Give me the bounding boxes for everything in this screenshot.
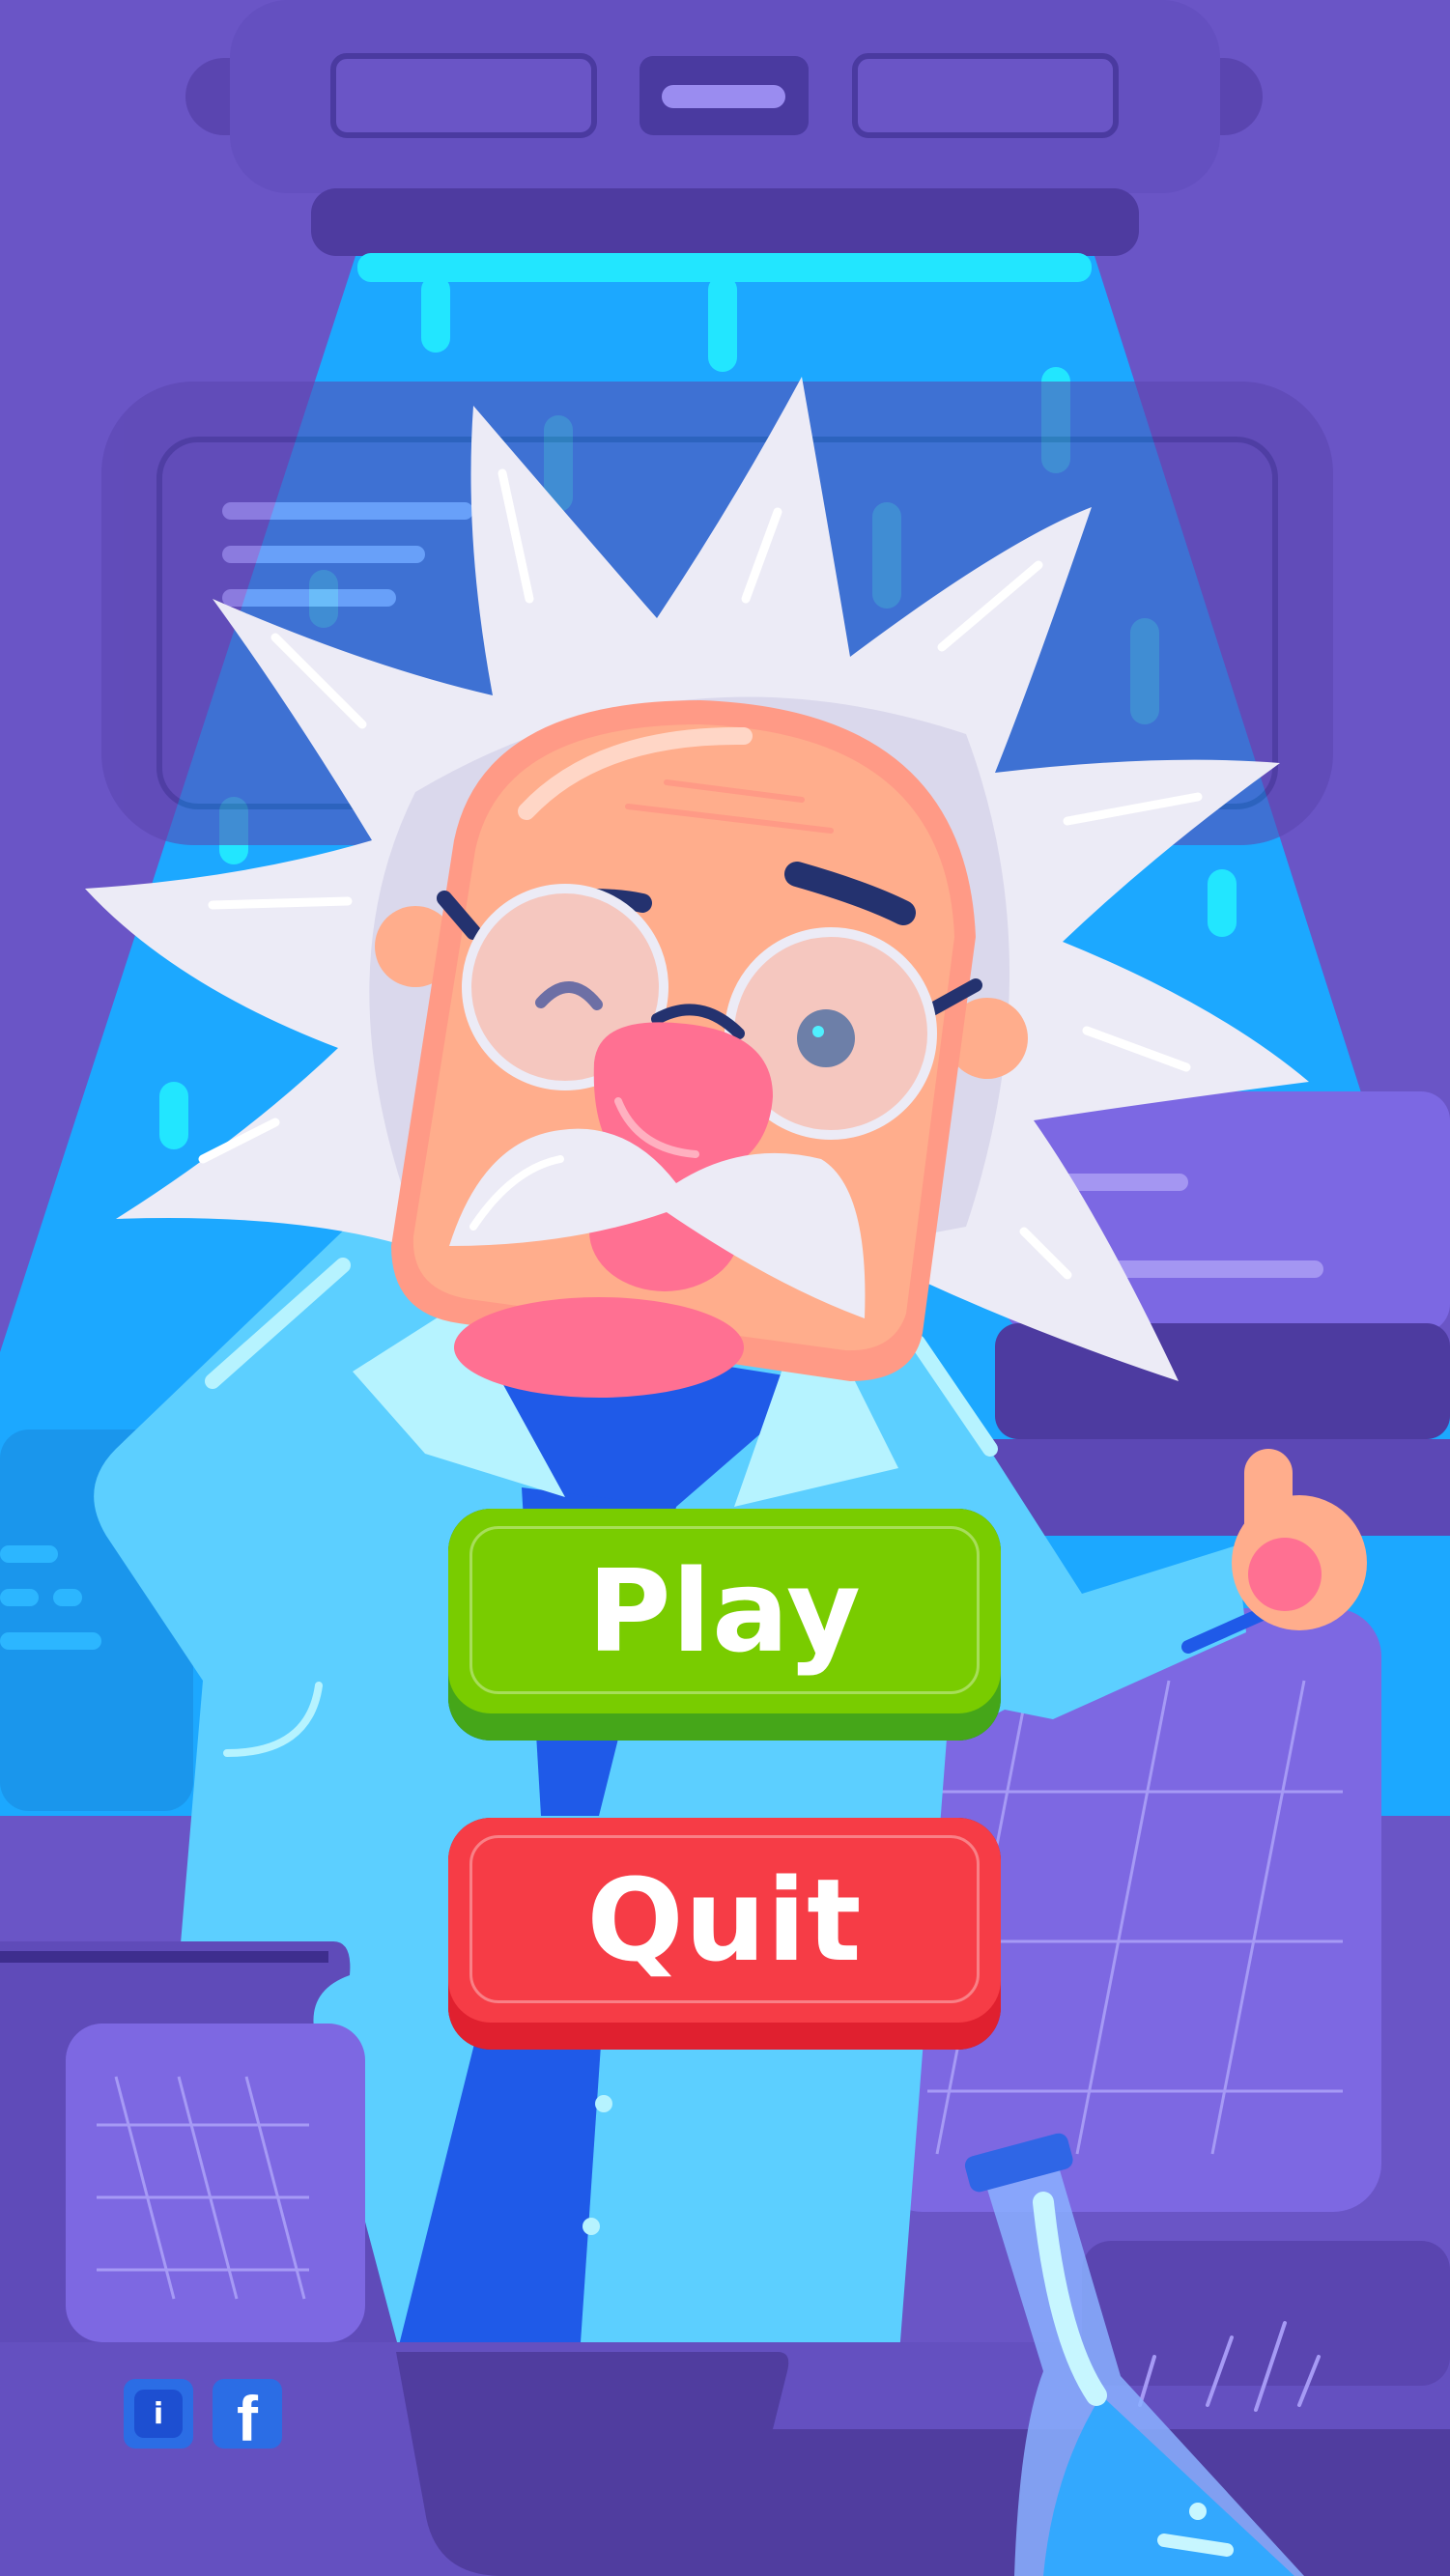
- info-icon: i: [134, 2390, 183, 2438]
- game-main-menu: Play Quit i f: [0, 0, 1450, 2576]
- facebook-icon: f: [237, 2383, 258, 2454]
- background-scene: [0, 0, 1450, 2576]
- play-button[interactable]: Play: [448, 1509, 1001, 1741]
- quit-button[interactable]: Quit: [448, 1818, 1001, 2050]
- ceiling-lamp-machine: [185, 0, 1263, 256]
- quit-button-label: Quit: [586, 1854, 863, 1987]
- quit-button-face: Quit: [448, 1818, 1001, 2023]
- info-button[interactable]: i: [124, 2379, 193, 2449]
- facebook-button[interactable]: f: [213, 2379, 282, 2453]
- play-button-face: Play: [448, 1509, 1001, 1713]
- play-button-label: Play: [587, 1544, 862, 1678]
